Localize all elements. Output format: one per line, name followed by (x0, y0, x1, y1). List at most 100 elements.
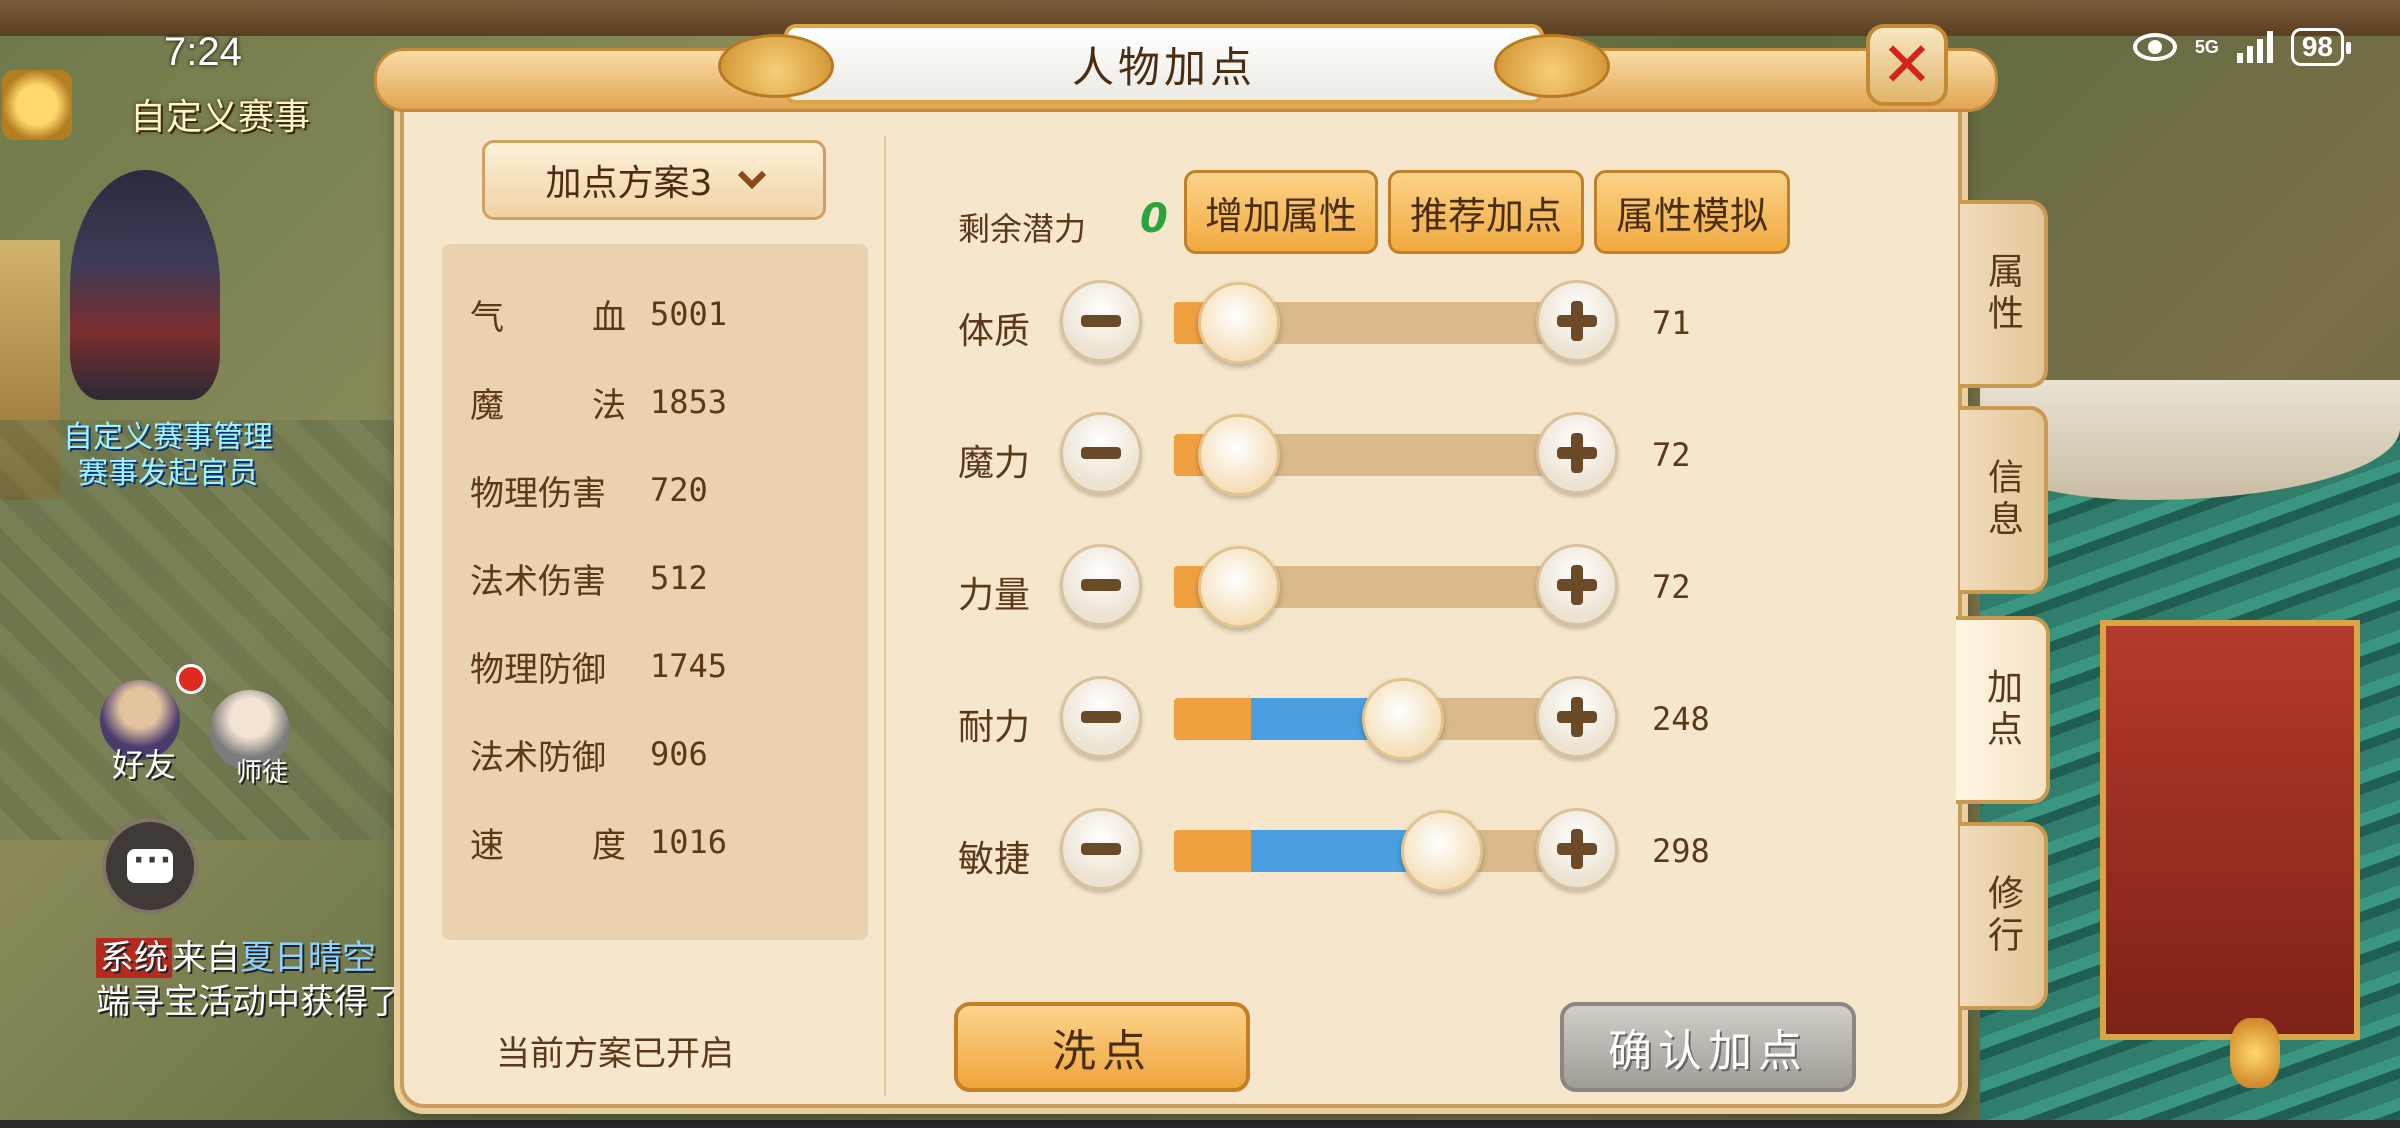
close-button[interactable]: ✕ (1866, 24, 1948, 106)
stat-value: 720 (650, 471, 708, 509)
system-msg-player: 夏日晴空 (240, 938, 376, 978)
chat-icon (127, 843, 173, 883)
increase-button[interactable] (1536, 808, 1618, 890)
slider-handle[interactable] (1361, 678, 1444, 760)
stat-row-magic-def: 法术防御 906 (470, 710, 840, 798)
increase-button[interactable] (1536, 412, 1618, 494)
master-label[interactable]: 师徒 (236, 752, 288, 789)
attribute-name: 敏捷 (958, 839, 1031, 880)
scheme-select-label: 加点方案3 (545, 163, 713, 204)
increase-button[interactable] (1536, 676, 1618, 758)
eye-icon (2132, 33, 2177, 61)
stat-name: 法术伤害 (470, 561, 606, 602)
stat-row-hp: 气血 5001 (470, 270, 840, 358)
stat-value: 1016 (650, 823, 728, 861)
trophy-icon[interactable] (2, 70, 72, 140)
friends-label[interactable]: 好友 (112, 740, 176, 786)
system-message: 系统 来自夏日晴空 端寻宝活动中获得了 (96, 936, 402, 1024)
stat-name: 气血 (470, 297, 626, 338)
attribute-row: 魔力 72 (958, 404, 1858, 504)
slider-added-fill (1251, 830, 1407, 872)
plus-icon (1557, 829, 1597, 869)
npc-name: 自定义赛事管理 赛事发起官员 (48, 420, 288, 492)
side-tab[interactable]: 信息 (1960, 406, 2048, 594)
system-tag: 系统 (96, 938, 172, 978)
stat-row-phys-def: 物理防御 1745 (470, 622, 840, 710)
stat-value: 1745 (650, 647, 728, 685)
side-tab[interactable]: 属性 (1960, 200, 2048, 388)
stats-panel: 加点方案3 气血 5001 魔法 1853 物理伤害 720 法术伤害 512 … (404, 112, 874, 1108)
stat-value: 5001 (650, 295, 728, 333)
simulate-attributes-button[interactable]: 属性模拟 (1594, 170, 1790, 254)
stat-name: 物理伤害 (470, 473, 606, 514)
attribute-name: 耐力 (958, 707, 1031, 748)
minus-icon (1081, 579, 1121, 591)
npc-name-line2: 赛事发起官员 (78, 456, 258, 491)
scene-palace (2100, 620, 2360, 1040)
attribute-value: 71 (1652, 304, 1691, 342)
side-tab[interactable]: 修行 (1960, 822, 2048, 1010)
stat-value: 906 (650, 735, 708, 773)
slider-handle[interactable] (1198, 414, 1281, 496)
attribute-value: 72 (1652, 436, 1691, 474)
plus-icon (1557, 697, 1597, 737)
signal-icon (2236, 31, 2273, 63)
attribute-points-dialog: 人物加点 ✕ 加点方案3 气血 5001 魔法 1853 物理伤害 720 法术… (374, 24, 2050, 1108)
reset-points-button[interactable]: 洗点 (954, 1002, 1250, 1092)
minus-icon (1081, 315, 1121, 327)
recommend-points-button[interactable]: 推荐加点 (1388, 170, 1584, 254)
slider-handle[interactable] (1198, 546, 1281, 628)
potential-label: 剩余潜力 (958, 210, 1087, 248)
system-msg-line2: 端寻宝活动中获得了 (96, 982, 402, 1022)
decrease-button[interactable] (1060, 808, 1142, 890)
notification-dot (176, 664, 206, 694)
scheme-select[interactable]: 加点方案3 (482, 140, 826, 220)
scheme-status: 当前方案已开启 (496, 1034, 734, 1074)
plus-icon (1557, 565, 1597, 605)
decrease-button[interactable] (1060, 676, 1142, 758)
stat-name: 魔法 (470, 385, 626, 426)
status-indicators: 5G 98 (2132, 28, 2352, 66)
chevron-down-icon (738, 160, 767, 190)
confirm-points-button[interactable]: 确认加点 (1560, 1002, 1856, 1092)
slider-handle[interactable] (1198, 282, 1281, 364)
attribute-name: 魔力 (958, 443, 1031, 484)
experience-bar (0, 1120, 2400, 1128)
stat-row-mp: 魔法 1853 (470, 358, 840, 446)
attribute-row: 力量 72 (958, 536, 1858, 636)
stat-value: 512 (650, 559, 708, 597)
chat-button[interactable] (102, 818, 198, 914)
custom-event-label[interactable]: 自定义赛事 (130, 88, 310, 140)
add-attribute-button[interactable]: 增加属性 (1184, 170, 1378, 254)
title-plate: 人物加点 (718, 24, 1610, 104)
panel-divider (884, 136, 886, 1096)
allocation-panel: 剩余潜力 0 增加属性 推荐加点 属性模拟 体质 71 魔力 72 力量 72 … (894, 112, 1954, 1108)
potential-value: 0 (1140, 196, 1168, 242)
minus-icon (1081, 711, 1121, 723)
stat-row-speed: 速度 1016 (470, 798, 840, 886)
decrease-button[interactable] (1060, 280, 1142, 362)
decrease-button[interactable] (1060, 412, 1142, 494)
decrease-button[interactable] (1060, 544, 1142, 626)
stat-row-phys-dmg: 物理伤害 720 (470, 446, 840, 534)
increase-button[interactable] (1536, 544, 1618, 626)
attribute-row: 体质 71 (958, 272, 1858, 372)
attribute-value: 298 (1652, 832, 1710, 870)
stat-name: 物理防御 (470, 649, 606, 690)
scene-lantern (2230, 1018, 2280, 1088)
npc-character[interactable] (70, 170, 220, 400)
system-msg-part1: 来自 (172, 938, 240, 978)
side-tab-label: 信息 (1982, 458, 2023, 542)
plus-icon (1557, 433, 1597, 473)
status-time: 7:24 (164, 30, 242, 74)
attribute-name: 体质 (958, 311, 1031, 352)
close-icon: ✕ (1881, 28, 1933, 101)
slider-base-fill (1174, 830, 1252, 872)
side-tab-label: 属性 (1982, 252, 2023, 336)
attribute-name: 力量 (958, 575, 1031, 616)
side-tab[interactable]: 加点 (1956, 616, 2050, 804)
increase-button[interactable] (1536, 280, 1618, 362)
slider-base-fill (1174, 698, 1252, 740)
stats-list: 气血 5001 魔法 1853 物理伤害 720 法术伤害 512 物理防御 1… (442, 244, 868, 940)
slider-handle[interactable] (1400, 810, 1483, 892)
